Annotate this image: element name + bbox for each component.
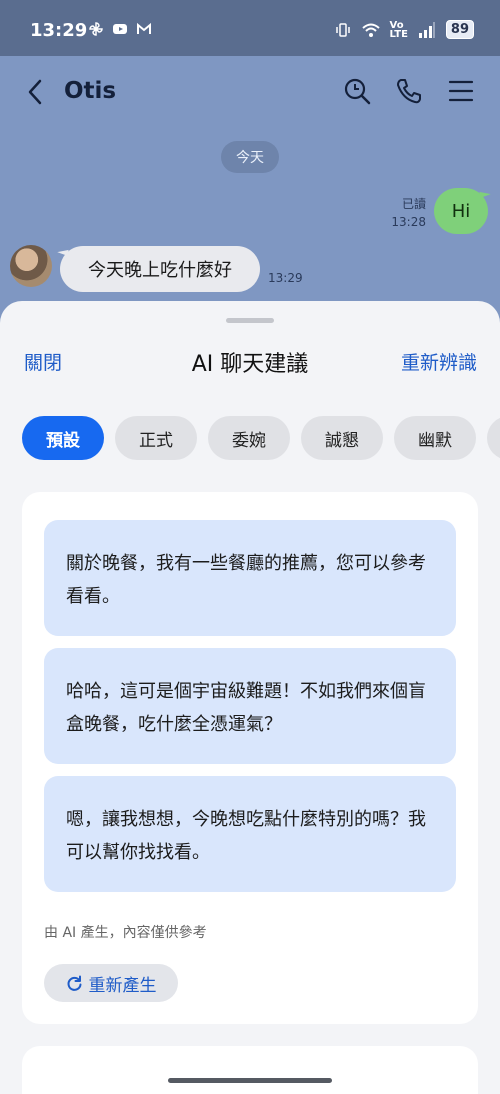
notification-icons [88,21,152,37]
suggestion-item[interactable]: 關於晚餐，我有一些餐廳的推薦，您可以參考看看。 [44,520,456,636]
signal-icon [418,21,435,38]
regenerate-button[interactable]: 重新產生 [44,964,178,1002]
search-button[interactable] [342,76,372,106]
tab-humorous[interactable]: 幽默 [394,416,476,460]
ai-disclaimer: 由 AI 產生，內容僅供參考 [44,925,207,941]
back-button[interactable] [22,76,50,108]
battery-level: 89 [445,20,474,39]
hamburger-menu-icon [448,80,474,102]
vibrate-icon [335,22,350,37]
volte-indicator: Vo LTE [389,19,408,40]
chat-header: Otis [0,56,500,128]
their-message-time: 13:29 [268,271,303,285]
chevron-left-icon [28,79,42,105]
contact-avatar[interactable] [10,245,52,287]
reanalyze-button[interactable]: 重新辨識 [401,348,477,375]
suggestions-card: 關於晚餐，我有一些餐廳的推薦，您可以參考看看。 哈哈，這可是個宇宙級難題！不如我… [22,492,478,1024]
status-bar: 13:29 Vo LTE 89 [0,0,500,56]
secondary-card [22,1046,478,1094]
refresh-icon [67,975,81,991]
tab-default[interactable]: 預設 [22,416,104,460]
system-status-icons: Vo LTE 89 [334,20,474,39]
phone-icon [397,79,421,104]
ai-suggestion-sheet: AI 聊天建議 關閉 重新辨識 預設 正式 委婉 誠懇 幽默 關於晚餐，我有一些… [0,301,500,1094]
suggestion-item[interactable]: 嗯，讓我想想，今晚想吃點什麼特別的嗎？我可以幫你找找看。 [44,776,456,892]
their-message-bubble[interactable]: 今天晚上吃什麼好 [60,246,260,292]
close-button[interactable]: 關閉 [24,348,62,375]
my-message-meta: 已讀 13:28 [391,195,426,231]
pinwheel-app-icon [89,22,103,36]
search-icon [344,78,371,105]
my-message-time: 13:28 [391,215,426,229]
read-receipt: 已讀 [401,197,426,211]
status-time: 13:29 [30,20,88,41]
tone-tabs: 預設 正式 委婉 誠懇 幽默 [22,416,500,460]
my-message-bubble[interactable]: Hi [434,188,488,234]
date-divider: 今天 [221,141,279,173]
sheet-drag-handle[interactable] [226,318,274,323]
home-indicator[interactable] [168,1078,332,1083]
tab-sincere[interactable]: 誠懇 [301,416,383,460]
suggestion-item[interactable]: 哈哈，這可是個宇宙級難題！不如我們來個盲盒晚餐，吃什麼全憑運氣？ [44,648,456,764]
regenerate-label: 重新產生 [88,975,157,996]
menu-button[interactable] [446,76,476,106]
tab-tactful[interactable]: 委婉 [208,416,290,460]
wifi-icon [361,23,380,37]
youtube-icon [113,24,127,34]
tab-more[interactable] [487,416,500,460]
call-button[interactable] [394,76,424,106]
gmail-icon [137,22,151,34]
contact-name: Otis [64,78,117,104]
tab-formal[interactable]: 正式 [115,416,197,460]
